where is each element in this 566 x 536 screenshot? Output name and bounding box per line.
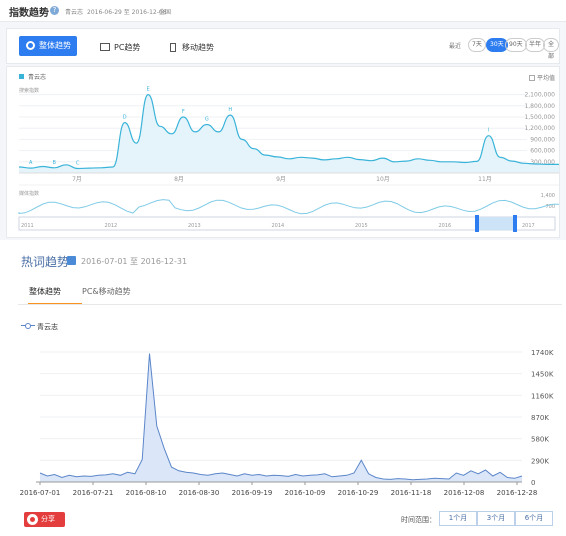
media-index-line bbox=[18, 199, 559, 215]
x-tick-label: 2016-08-10 bbox=[126, 489, 167, 497]
y-tick-label: 1740K bbox=[531, 349, 554, 357]
x-tick-label: 2016-10-09 bbox=[285, 489, 326, 497]
event-marker: B bbox=[52, 160, 56, 166]
trend-type-bar: 整体趋势 PC趋势 移动趋势 最近 7天 30天 90天 半年 全部 bbox=[6, 28, 560, 64]
timeline-year-label: 2011 bbox=[21, 223, 34, 229]
timeline-handle-right bbox=[513, 215, 517, 232]
event-marker: G bbox=[205, 116, 209, 122]
x-tick-label: 7月 bbox=[72, 176, 82, 183]
timeline-selection bbox=[477, 217, 515, 230]
line-marker-icon bbox=[21, 323, 35, 329]
range-6-month-button[interactable]: 6个月 bbox=[515, 511, 553, 526]
x-tick-label: 2016-07-21 bbox=[73, 489, 114, 497]
x-tick-label: 11月 bbox=[478, 176, 492, 183]
hot-trend-legend[interactable]: 青云志 bbox=[21, 322, 58, 332]
timeline-year-label: 2017 bbox=[522, 223, 535, 229]
x-tick-label: 2016-11-18 bbox=[391, 489, 432, 497]
share-button[interactable]: 分享 bbox=[24, 512, 65, 527]
hot-trend-dates: 2016-07-01 至 2016-12-31 bbox=[81, 257, 188, 266]
date-range-label: 2016-06-29 至 2016-12-08 bbox=[87, 9, 167, 16]
index-trend-header: 指数趋势 ? 青云志 2016-06-29 至 2016-12-08 全国 bbox=[0, 0, 566, 22]
x-tick-label: 2016-12-08 bbox=[444, 489, 485, 497]
event-marker: C bbox=[76, 161, 80, 167]
hot-trend-title: 热词趋势 bbox=[21, 255, 70, 269]
range-7d[interactable]: 7天 bbox=[468, 38, 486, 52]
tab-divider bbox=[18, 304, 562, 305]
range-1-month-button[interactable]: 1个月 bbox=[439, 511, 477, 526]
range-half-year[interactable]: 半年 bbox=[525, 38, 546, 52]
event-marker: I bbox=[488, 128, 489, 134]
tab-pc-trend[interactable]: PC趋势 bbox=[100, 42, 140, 53]
phone-icon bbox=[170, 43, 176, 52]
search-index-chart: 青云志 平均值 搜索指数 媒体指数 2,100,000 1,800,000 1,50… bbox=[6, 66, 560, 238]
weibo-icon bbox=[27, 514, 38, 525]
y-tick-label: 1,800,000 bbox=[524, 103, 555, 110]
x-tick-label: 2016-07-01 bbox=[20, 489, 61, 497]
calendar-icon bbox=[67, 256, 76, 265]
y-tick-label: 1,200,000 bbox=[524, 125, 555, 132]
y-tick-label: 1160K bbox=[531, 392, 554, 400]
y-tick-label: 900,000 bbox=[530, 136, 555, 143]
hot-trend-chart: 1740K 1450K 1160K 870K 580K 290K 0 2016-07-01 20… bbox=[20, 349, 554, 497]
timeline-year-label: 2016 bbox=[439, 223, 452, 229]
event-marker: E bbox=[147, 87, 150, 93]
region-label: 全国 bbox=[159, 9, 172, 16]
tab-overall[interactable]: 整体趋势 bbox=[29, 286, 61, 297]
x-tick-label: 2016-12-28 bbox=[497, 489, 538, 497]
x-tick-label: 2016-08-30 bbox=[179, 489, 220, 497]
y-tick-label: 870K bbox=[531, 414, 549, 422]
y-tick-label: 0 bbox=[531, 479, 535, 487]
timeline-year-label: 2013 bbox=[188, 223, 201, 229]
index-trend-title: 指数趋势 bbox=[9, 8, 49, 19]
monitor-icon bbox=[100, 43, 110, 51]
y-tick-label: 1450K bbox=[531, 371, 554, 379]
x-tick-label: 8月 bbox=[174, 176, 184, 183]
range-90d[interactable]: 90天 bbox=[505, 38, 527, 52]
index-trend-panel: 指数趋势 ? 青云志 2016-06-29 至 2016-12-08 全国 整体… bbox=[0, 0, 566, 240]
event-marker: H bbox=[228, 107, 232, 113]
series-area bbox=[40, 353, 522, 482]
tab-pc-mobile[interactable]: PC&移动趋势 bbox=[82, 286, 131, 297]
y-tick-label: 600,000 bbox=[530, 148, 555, 155]
range-3-month-button[interactable]: 3个月 bbox=[477, 511, 515, 526]
x-tick-label: 9月 bbox=[276, 176, 286, 183]
y-tick-label: 2,100,000 bbox=[524, 92, 555, 99]
tab-overall-trend[interactable]: 整体趋势 bbox=[19, 36, 77, 56]
y-tick-label: 1,500,000 bbox=[524, 114, 555, 121]
timeline-navigator bbox=[18, 216, 556, 231]
search-index-svg: 2,100,000 1,800,000 1,500,000 1,200,000 900,… bbox=[18, 87, 559, 232]
event-marker: F bbox=[182, 109, 185, 115]
pie-icon bbox=[26, 41, 35, 50]
y-tick-label: 580K bbox=[531, 436, 549, 444]
tab-mobile-trend[interactable]: 移动趋势 bbox=[168, 42, 214, 53]
time-range-label: 时间范围： bbox=[401, 516, 436, 524]
media-tick-label: 1,400 bbox=[541, 193, 555, 199]
help-icon[interactable]: ? bbox=[50, 6, 59, 15]
range-label: 最近 bbox=[449, 43, 462, 50]
keyword-label: 青云志 bbox=[65, 9, 84, 16]
hot-trend-tabs: 整体趋势 PC&移动趋势 bbox=[18, 284, 562, 306]
event-marker: D bbox=[123, 115, 127, 121]
y-tick-label: 290K bbox=[531, 457, 549, 465]
timeline-year-label: 2012 bbox=[105, 223, 118, 229]
x-tick-label: 2016-09-19 bbox=[232, 489, 273, 497]
timeline-handle-left bbox=[475, 215, 479, 232]
range-all[interactable]: 全部 bbox=[543, 38, 559, 60]
timeline-year-label: 2014 bbox=[272, 223, 285, 229]
timeline-year-label: 2015 bbox=[355, 223, 368, 229]
event-marker: A bbox=[29, 160, 33, 166]
x-tick-label: 10月 bbox=[376, 176, 390, 183]
x-tick-label: 2016-10-29 bbox=[338, 489, 379, 497]
